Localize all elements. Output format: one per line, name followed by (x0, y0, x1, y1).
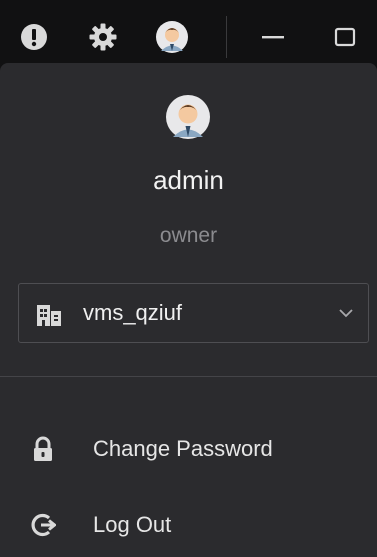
avatar-icon[interactable] (153, 18, 191, 56)
change-password-item[interactable]: Change Password (0, 424, 377, 474)
user-role: owner (159, 224, 218, 247)
building-icon (35, 302, 63, 328)
tenant-select-value: vms_qziuf (83, 300, 183, 325)
menu-divider (0, 376, 377, 377)
lock-icon (30, 436, 56, 462)
log-out-label: Log Out (93, 512, 172, 537)
user-name: admin (153, 165, 224, 195)
titlebar-divider (226, 16, 227, 58)
maximize-icon[interactable] (326, 18, 364, 56)
avatar (165, 94, 211, 140)
minimize-icon[interactable] (254, 18, 292, 56)
alert-icon[interactable] (15, 18, 53, 56)
tenant-select[interactable]: vms_qziuf (18, 283, 369, 343)
gear-icon[interactable] (84, 18, 122, 56)
log-out-item[interactable]: Log Out (0, 500, 377, 550)
chevron-down-icon (338, 306, 354, 320)
change-password-label: Change Password (93, 436, 273, 461)
logout-icon (30, 512, 57, 538)
